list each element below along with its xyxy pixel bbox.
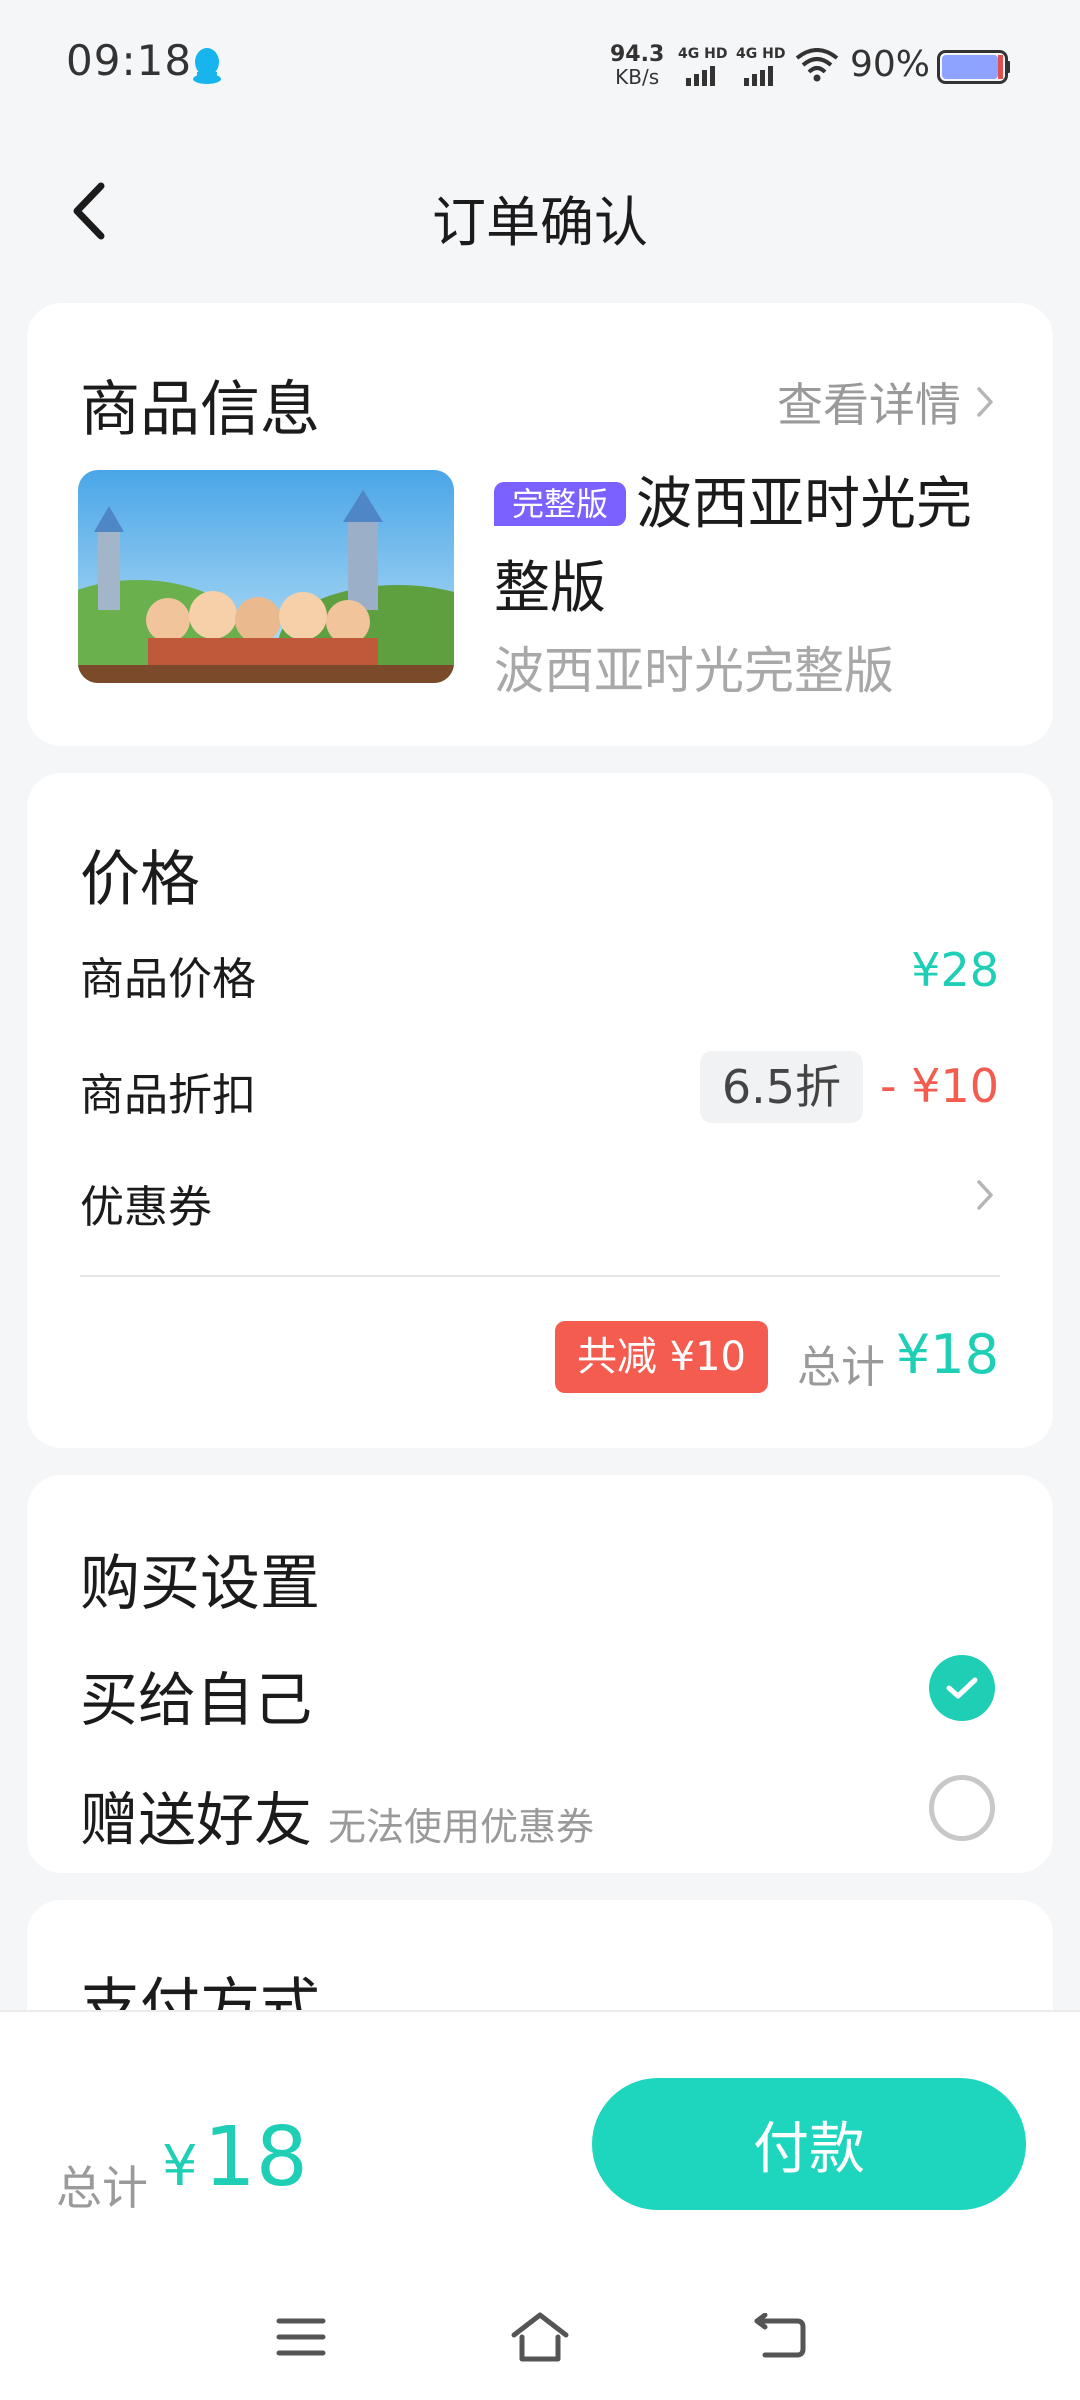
- view-detail-label: 查看详情: [777, 378, 961, 432]
- gift-friend-note: 无法使用优惠券: [328, 1805, 595, 1849]
- gift-friend-label: 赠送好友: [80, 1786, 313, 1854]
- back-nav-button[interactable]: [744, 2302, 814, 2372]
- menu-nav-button[interactable]: [266, 2302, 336, 2372]
- buy-for-self-option[interactable]: 买给自己: [80, 1653, 312, 1737]
- order-confirm-page: 09:18 94.3 KB/s 4G HD 4G HD 90% 订单确认 商品信…: [0, 0, 1080, 2400]
- back-nav-icon: [754, 2313, 806, 2358]
- gift-friend-radio[interactable]: [929, 1775, 995, 1841]
- pay-button[interactable]: 付款: [592, 2078, 1026, 2210]
- bottom-checkout-bar: 总计 ¥18 付款: [0, 2010, 1080, 2400]
- discount-value: - ¥10: [879, 1059, 999, 1113]
- item-price-label: 商品价格: [80, 954, 256, 1005]
- chevron-right-icon: [977, 387, 993, 417]
- page-title: 订单确认: [432, 191, 648, 254]
- product-subtitle: 波西亚时光完整版: [494, 642, 894, 700]
- signal-strength-icon: 4G HD: [676, 46, 736, 86]
- discount-label: 商品折扣: [80, 1070, 256, 1121]
- bottom-total-value: ¥18: [162, 2110, 308, 2205]
- game-cover-image: [78, 470, 454, 683]
- bottom-total-label: 总计: [56, 2161, 148, 2215]
- view-detail-link[interactable]: 查看详情: [777, 369, 995, 435]
- product-section-title: 商品信息: [80, 375, 320, 445]
- signal-strength-icon: 4G HD: [734, 46, 794, 86]
- system-nav-bar: [0, 2282, 1080, 2392]
- item-price-value: ¥28: [911, 943, 999, 997]
- total-label: 总计: [797, 1342, 885, 1393]
- buy-for-self-radio[interactable]: [929, 1655, 995, 1721]
- buy-for-self-label: 买给自己: [80, 1666, 313, 1734]
- gift-friend-option[interactable]: 赠送好友 无法使用优惠券: [80, 1773, 594, 1857]
- total-value: ¥18: [895, 1323, 999, 1386]
- chevron-right-icon[interactable]: [975, 1178, 995, 1212]
- saving-badge: 共减 ¥10: [554, 1321, 768, 1393]
- product-name: 完整版 波西亚时光完整版: [494, 463, 1014, 631]
- product-info-card: 商品信息 查看详情 完整版 波西亚时光完整版 波西亚时光完整版: [27, 303, 1053, 746]
- purchase-settings-card: 购买设置 买给自己 赠送好友 无法使用优惠券: [27, 1475, 1053, 1873]
- purchase-section-title: 购买设置: [80, 1549, 320, 1619]
- menu-icon: [276, 2318, 326, 2356]
- battery-icon: [937, 50, 1010, 84]
- net-speed: 94.3 KB/s: [610, 42, 665, 89]
- currency-symbol: ¥: [162, 2134, 198, 2199]
- wifi-icon: [795, 48, 839, 82]
- home-icon: [511, 2312, 569, 2362]
- price-section-title: 价格: [80, 845, 200, 915]
- status-time: 09:18: [66, 36, 193, 85]
- check-icon: [946, 1677, 978, 1699]
- battery-percent: 90%: [850, 44, 931, 85]
- coupon-label[interactable]: 优惠券: [80, 1171, 212, 1235]
- edition-badge: 完整版: [494, 482, 627, 526]
- discount-rate-chip: 6.5折: [699, 1051, 863, 1123]
- total-amount: 18: [203, 2110, 308, 2205]
- price-card: 价格 商品价格 ¥28 商品折扣 6.5折 - ¥10 优惠券 共减 ¥10 总…: [27, 773, 1053, 1448]
- qq-icon: [193, 48, 221, 84]
- home-nav-button[interactable]: [505, 2302, 575, 2372]
- status-bar: 09:18 94.3 KB/s 4G HD 4G HD 90%: [0, 0, 1080, 130]
- product-thumbnail[interactable]: [78, 470, 454, 683]
- divider: [80, 1275, 1000, 1277]
- header: 订单确认: [0, 150, 1080, 270]
